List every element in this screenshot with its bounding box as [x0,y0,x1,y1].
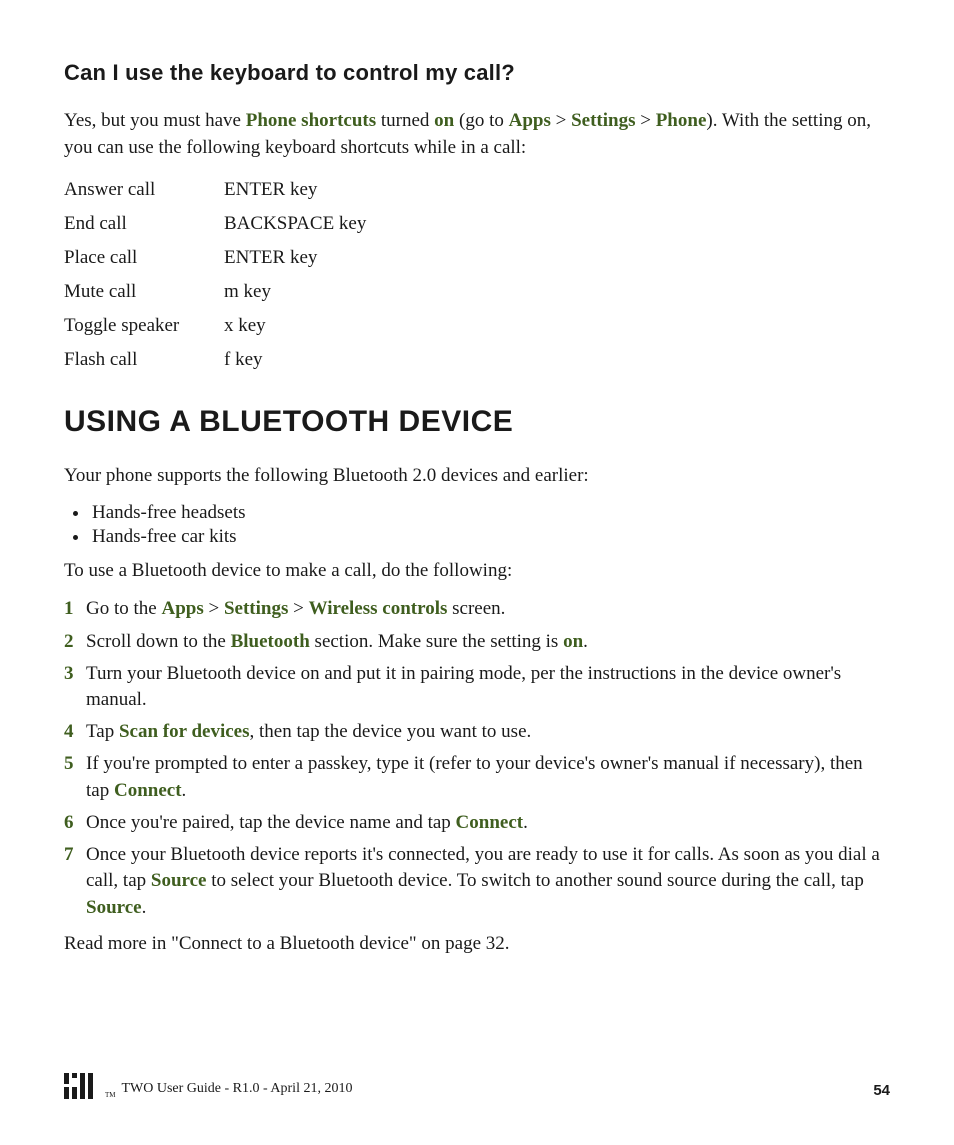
text: . [523,812,528,833]
shortcut-key: ENTER key [224,241,366,275]
page-number: 54 [873,1082,890,1099]
footer-doc-info: TWO User Guide - R1.0 - April 21, 2010 [122,1081,353,1099]
text: Turn your Bluetooth device on and put it… [86,663,841,710]
step-item: Turn your Bluetooth device on and put it… [64,661,890,713]
text: Scroll down to the [86,631,231,652]
shortcut-key: f key [224,343,366,377]
ui-term-source: Source [86,897,142,918]
step-item: Once your Bluetooth device reports it's … [64,842,890,921]
subsection-heading: Can I use the keyboard to control my cal… [64,60,890,86]
text: . [583,631,588,652]
text: to select your Bluetooth device. To swit… [206,870,863,891]
shortcut-action: End call [64,207,224,241]
table-row: End call BACKSPACE key [64,207,366,241]
ui-term-phone-shortcuts: Phone shortcuts [246,110,376,131]
step-item: Go to the Apps > Settings > Wireless con… [64,596,890,622]
nav-wireless-controls: Wireless controls [309,598,448,619]
text: . [182,780,187,801]
text: turned [376,110,434,131]
shortcut-action: Answer call [64,173,224,207]
ui-term-connect: Connect [114,780,182,801]
text: Tap [86,721,119,742]
shortcut-key: BACKSPACE key [224,207,366,241]
table-row: Toggle speaker x key [64,309,366,343]
text: If you're prompted to enter a passkey, t… [86,753,863,800]
shortcut-key: x key [224,309,366,343]
step-item: Once you're paired, tap the device name … [64,810,890,836]
nav-settings: Settings [224,598,288,619]
ui-term-connect: Connect [456,812,524,833]
table-row: Mute call m key [64,275,366,309]
kin-logo-icon [64,1073,98,1099]
ui-term-scan-for-devices: Scan for devices [119,721,250,742]
bluetooth-intro: Your phone supports the following Blueto… [64,463,890,490]
list-item: Hands-free headsets [90,502,890,524]
nav-apps: Apps [161,598,203,619]
text: section. Make sure the setting is [310,631,563,652]
nav-phone: Phone [656,110,707,131]
read-more: Read more in "Connect to a Bluetooth dev… [64,931,890,958]
text: . [142,897,147,918]
text: Yes, but you must have [64,110,246,131]
steps-lead: To use a Bluetooth device to make a call… [64,558,890,585]
text: > [204,598,224,619]
ui-term-on: on [434,110,454,131]
nav-apps: Apps [509,110,551,131]
nav-settings: Settings [571,110,635,131]
step-item: Tap Scan for devices, then tap the devic… [64,719,890,745]
section-heading-bluetooth: USING A BLUETOOTH DEVICE [64,405,890,439]
text: , then tap the device you want to use. [250,721,532,742]
text: > [288,598,308,619]
step-item: Scroll down to the Bluetooth section. Ma… [64,629,890,655]
text: screen. [447,598,505,619]
ui-term-bluetooth: Bluetooth [231,631,310,652]
table-row: Place call ENTER key [64,241,366,275]
footer-left: TM TWO User Guide - R1.0 - April 21, 201… [64,1073,352,1099]
supported-devices-list: Hands-free headsets Hands-free car kits [64,502,890,548]
text: Once you're paired, tap the device name … [86,812,456,833]
trademark-symbol: TM [104,1091,116,1099]
intro-paragraph: Yes, but you must have Phone shortcuts t… [64,108,890,161]
text: Go to the [86,598,161,619]
list-item: Hands-free car kits [90,526,890,548]
document-page: Can I use the keyboard to control my cal… [0,0,954,1145]
shortcut-action: Toggle speaker [64,309,224,343]
shortcut-action: Place call [64,241,224,275]
text: > [635,110,655,131]
shortcut-action: Flash call [64,343,224,377]
bluetooth-steps: Go to the Apps > Settings > Wireless con… [64,596,890,920]
shortcut-key: m key [224,275,366,309]
shortcut-key: ENTER key [224,173,366,207]
ui-term-on: on [563,631,583,652]
text: > [551,110,571,131]
keyboard-shortcuts-table: Answer call ENTER key End call BACKSPACE… [64,173,366,377]
table-row: Flash call f key [64,343,366,377]
table-row: Answer call ENTER key [64,173,366,207]
shortcut-action: Mute call [64,275,224,309]
page-footer: TM TWO User Guide - R1.0 - April 21, 201… [64,1073,890,1099]
ui-term-source: Source [151,870,207,891]
step-item: If you're prompted to enter a passkey, t… [64,751,890,803]
text: (go to [454,110,508,131]
